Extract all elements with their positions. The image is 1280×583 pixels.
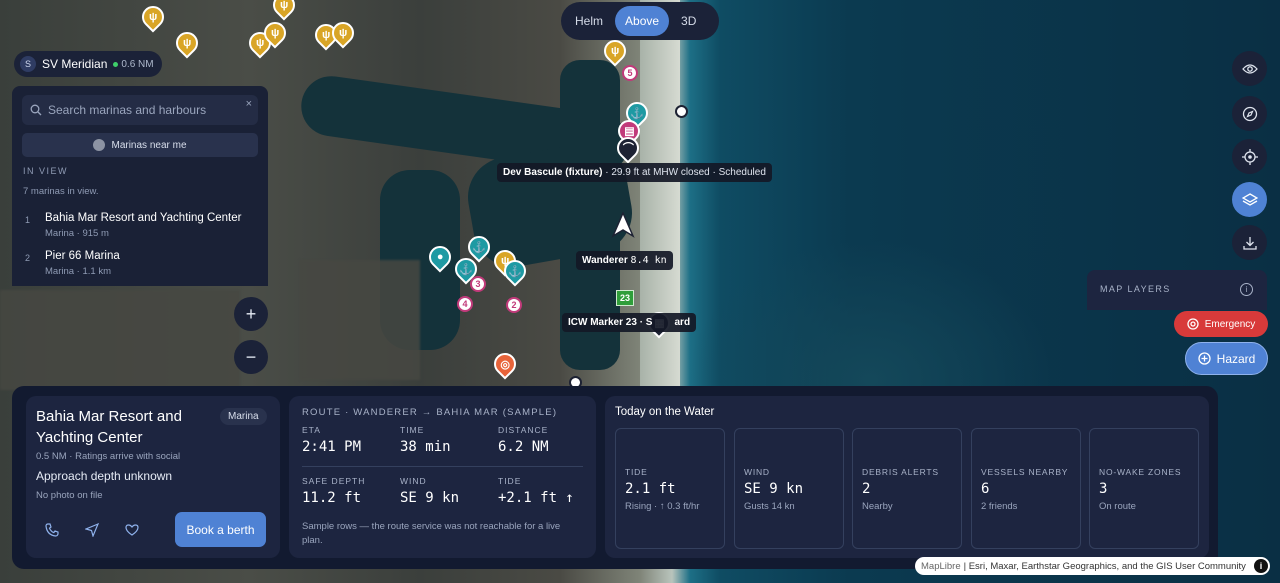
marina-type-badge: Marina (220, 408, 267, 425)
list-item[interactable]: 1 Bahia Mar Resort and Yachting Center M… (23, 212, 259, 242)
channel-marker[interactable]: 23 (616, 290, 634, 306)
book-berth-button[interactable]: Book a berth (175, 512, 266, 547)
view-helm[interactable]: Helm (565, 6, 613, 36)
compass-icon[interactable] (1232, 96, 1267, 131)
rescue-pin[interactable]: ◎ (489, 348, 521, 380)
stat-vessels-nearby: VESSELS NEARBY 6 2 friends (971, 428, 1081, 549)
route-distance: DISTANCE 6.2 NM (498, 425, 549, 455)
today-header: Today on the Water (615, 406, 715, 418)
today-on-water-card: Today on the Water TIDE 2.1 ft Rising · ↑ … (605, 396, 1209, 558)
route-tide: TIDE +2.1 ft ↑ (498, 476, 574, 506)
photo-status: No photo on file (36, 490, 103, 501)
vessel-arrow-icon[interactable] (611, 212, 635, 238)
vessel-name: SV Meridian (42, 57, 108, 71)
info-icon[interactable]: i (1240, 283, 1253, 296)
view-3d[interactable]: 3D (671, 6, 706, 36)
marinas-near-me-button[interactable]: Marinas near me (22, 133, 258, 157)
marina-name: Pier 66 Marina (45, 250, 120, 262)
route-wind: WIND SE 9 kn (400, 476, 460, 506)
marina-meta: Marina · 915 m (45, 228, 109, 239)
route-eta: ETA 2:41 PM (302, 425, 362, 455)
restaurant-pin[interactable]: ψ (137, 1, 169, 33)
restaurant-pin[interactable]: ψ (171, 27, 203, 59)
status-dot-icon (113, 61, 119, 67)
view-above[interactable]: Above (615, 6, 670, 36)
cluster-badge[interactable]: 3 (470, 276, 486, 292)
download-icon[interactable] (1232, 225, 1267, 260)
route-safe-depth: SAFE DEPTH 11.2 ft (302, 476, 366, 506)
vessel-distance: 0.6 NM (113, 59, 154, 70)
divider (302, 466, 583, 467)
vessel-label: Wanderer 8.4 kn (576, 251, 673, 270)
layers-icon[interactable] (1232, 182, 1267, 217)
map-layers-panel[interactable]: MAP LAYERS i (1087, 270, 1267, 310)
stat-wind: WIND SE 9 kn Gusts 14 kn (734, 428, 844, 549)
zoom-out-button[interactable]: − (234, 340, 268, 374)
map-attribution: MapLibre | Esri, Maxar, Earthstar Geogra… (915, 557, 1270, 575)
zoom-in-button[interactable]: + (234, 297, 268, 331)
in-view-heading: IN VIEW (23, 166, 69, 176)
marina-name: Bahia Mar Resort and Yachting Center (45, 212, 242, 224)
search-input[interactable] (48, 103, 238, 117)
avatar: S (20, 56, 36, 72)
hazard-button[interactable]: Hazard (1185, 342, 1268, 375)
close-icon[interactable]: × (246, 98, 252, 110)
lifebuoy-icon (1187, 318, 1199, 330)
cluster-badge[interactable]: 4 (457, 296, 473, 312)
cluster-badge[interactable]: 2 (506, 297, 522, 313)
emergency-button[interactable]: Emergency (1174, 311, 1268, 337)
eye-icon[interactable] (1232, 51, 1267, 86)
approach-depth: Approach depth unknown (36, 469, 173, 483)
marina-title: Bahia Mar Resort and Yachting Center (36, 408, 182, 446)
restaurant-pin[interactable]: ψ (268, 0, 300, 21)
route-card: ROUTE · WANDERER → BAHIA MAR (SAMPLE) ET… (289, 396, 596, 558)
info-icon[interactable]: i (1254, 559, 1268, 573)
marker-label: ICW Marker 23 · Sard (562, 313, 697, 332)
route-header: ROUTE · WANDERER → BAHIA MAR (SAMPLE) (302, 407, 558, 418)
search-box: × (22, 95, 258, 125)
waypoint-dot[interactable] (675, 105, 688, 118)
heart-icon[interactable] (122, 520, 142, 540)
marina-card: Bahia Mar Resort and Yachting Center Mar… (26, 396, 280, 558)
stat-tide: TIDE 2.1 ft Rising · ↑ 0.3 ft/hr (615, 428, 725, 549)
route-time: TIME 38 min (400, 425, 451, 455)
map-layers-title: MAP LAYERS (1100, 284, 1171, 294)
stat-no-wake-zones: NO-WAKE ZONES 3 On route (1089, 428, 1199, 549)
cluster-badge[interactable]: 5 (622, 65, 638, 81)
maplibre-link[interactable]: MapLibre (921, 561, 961, 572)
search-icon (30, 104, 42, 116)
vessel-chip[interactable]: S SV Meridian 0.6 NM (14, 51, 162, 77)
locate-icon[interactable] (1232, 139, 1267, 174)
phone-icon[interactable] (42, 520, 62, 540)
route-note: Sample rows — the route service was not … (302, 521, 561, 546)
marina-sidebar: × Marinas near me IN VIEW 7 marinas in v… (12, 86, 268, 286)
marina-meta: Marina · 1.1 km (45, 266, 111, 277)
marina-meta: 0.5 NM · Ratings arrive with social (36, 451, 181, 462)
bridge-label: Dev Bascule (fixture) · 29.9 ft at MHW c… (497, 163, 772, 182)
view-mode-toggle: Helm Above 3D (561, 2, 719, 40)
location-dot-icon (93, 139, 106, 151)
navigate-icon[interactable] (82, 520, 102, 540)
in-view-count: 7 marinas in view. (23, 186, 99, 197)
stat-debris-alerts: DEBRIS ALERTS 2 Nearby (852, 428, 962, 549)
list-item[interactable]: 2 Pier 66 Marina Marina · 1.1 km (23, 250, 259, 280)
plus-circle-icon (1198, 352, 1211, 365)
